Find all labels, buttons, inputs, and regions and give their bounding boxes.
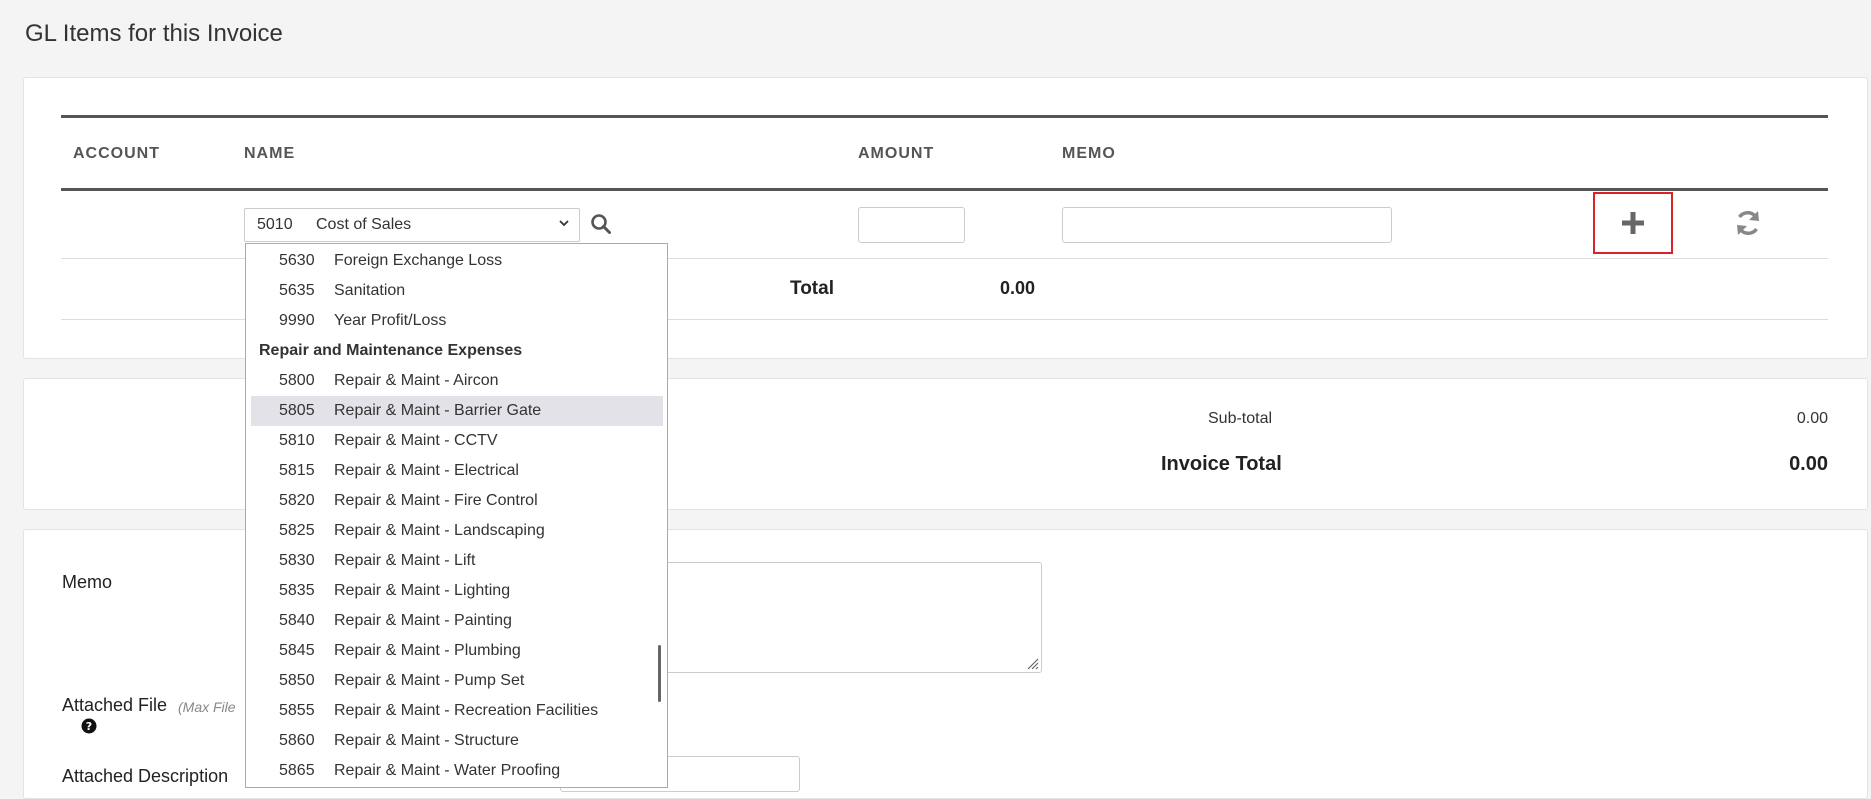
option-name: Repair & Maint - Landscaping <box>334 522 545 539</box>
chevron-down-icon <box>559 220 569 227</box>
option-name: Repair & Maint - Plumbing <box>334 642 521 659</box>
dropdown-option[interactable]: 5860 Repair & Maint - Structure <box>251 726 663 756</box>
option-code: 5800 <box>279 372 315 389</box>
dropdown-option[interactable]: 5820 Repair & Maint - Fire Control <box>251 486 663 516</box>
dropdown-option[interactable]: 5865 Repair & Maint - Water Proofing <box>251 756 663 786</box>
option-name: Repair & Maint - CCTV <box>334 432 498 449</box>
option-code: 5845 <box>279 642 315 659</box>
svg-text:?: ? <box>86 720 92 733</box>
plus-icon <box>1622 212 1644 234</box>
option-name: Repair & Maint - Recreation Facilities <box>334 702 599 719</box>
name-column-header: NAME <box>244 145 296 162</box>
dropdown-option[interactable]: 5815 Repair & Maint - Electrical <box>251 456 663 486</box>
selected-account-code: 5010 <box>257 216 293 233</box>
option-code: 9990 <box>279 312 315 329</box>
invoice-total-label: Invoice Total <box>1161 453 1282 475</box>
option-code: 5810 <box>279 432 315 449</box>
reset-line-button[interactable] <box>1730 205 1766 241</box>
option-name: Repair & Maint - Electrical <box>334 462 519 479</box>
line-memo-input[interactable] <box>1062 207 1392 243</box>
page-title: GL Items for this Invoice <box>25 20 283 47</box>
dropdown-option[interactable]: 5850 Repair & Maint - Pump Set <box>251 666 663 696</box>
selected-account-name: Cost of Sales <box>316 216 412 233</box>
option-name: Repair & Maint - Aircon <box>334 372 499 389</box>
option-name: Repair & Maint - Painting <box>334 612 512 629</box>
invoice-total-value: 0.00 <box>1789 453 1828 475</box>
dropdown-scrollbar[interactable] <box>658 645 661 702</box>
attached-file-label: Attached File <box>62 695 168 715</box>
attached-description-label: Attached Description <box>62 766 229 786</box>
option-name: Repair & Maint - Water Proofing <box>334 762 561 779</box>
memo-label: Memo <box>62 572 113 592</box>
refresh-icon <box>1737 210 1759 236</box>
option-name: Repair & Maint - Lift <box>334 552 476 569</box>
option-code: 5850 <box>279 672 315 689</box>
total-value: 0.00 <box>1000 278 1036 298</box>
option-name: Repair & Maint - Fire Control <box>334 492 538 509</box>
amount-input[interactable] <box>858 207 965 243</box>
search-icon[interactable] <box>590 213 612 235</box>
option-code: 5860 <box>279 732 315 749</box>
dropdown-option[interactable]: 9990 Year Profit/Loss <box>251 306 663 336</box>
resize-handle-icon[interactable] <box>1025 656 1039 670</box>
dropdown-option[interactable]: 5825 Repair & Maint - Landscaping <box>251 516 663 546</box>
option-code: 5805 <box>279 402 315 419</box>
dropdown-option[interactable]: 5630 Foreign Exchange Loss <box>251 246 663 276</box>
subtotal-label: Sub-total <box>1208 410 1273 427</box>
option-code: 5855 <box>279 702 315 719</box>
dropdown-option[interactable]: 5835 Repair & Maint - Lighting <box>251 576 663 606</box>
option-code: 5830 <box>279 552 315 569</box>
dropdown-option[interactable]: 5800 Repair & Maint - Aircon <box>251 366 663 396</box>
dropdown-option[interactable]: 5830 Repair & Maint - Lift <box>251 546 663 576</box>
option-code: 5835 <box>279 582 315 599</box>
option-code: 5825 <box>279 522 315 539</box>
table-top-border <box>61 115 1828 118</box>
option-name: Repair & Maint - Barrier Gate <box>334 402 542 419</box>
dropdown-option[interactable]: 5855 Repair & Maint - Recreation Facilit… <box>251 696 663 726</box>
option-code: 5820 <box>279 492 315 509</box>
option-name: Repair & Maint - Structure <box>334 732 519 749</box>
option-name: Repair & Maint - Lighting <box>334 582 511 599</box>
dropdown-option[interactable]: 5810 Repair & Maint - CCTV <box>251 426 663 456</box>
option-name: Foreign Exchange Loss <box>334 252 503 269</box>
memo-column-header: MEMO <box>1062 145 1116 162</box>
dropdown-option[interactable]: 5840 Repair & Maint - Painting <box>251 606 663 636</box>
option-code: 5815 <box>279 462 315 479</box>
table-header-border <box>61 188 1828 191</box>
account-name-select[interactable]: 5010 Cost of Sales <box>244 208 580 242</box>
dropdown-option[interactable]: 5845 Repair & Maint - Plumbing <box>251 636 663 666</box>
add-line-button[interactable] <box>1593 192 1673 254</box>
option-code: 5865 <box>279 762 315 779</box>
attached-file-note: (Max File <box>178 699 236 715</box>
dropdown-option[interactable]: 5635 Sanitation <box>251 276 663 306</box>
option-code: 5630 <box>279 252 315 269</box>
total-label: Total <box>790 278 834 299</box>
option-name: Year Profit/Loss <box>334 312 447 329</box>
question-circle-icon[interactable]: ? <box>81 718 97 734</box>
subtotal-value: 0.00 <box>1796 410 1828 427</box>
account-dropdown-list[interactable]: 5630 Foreign Exchange Loss 5635 Sanitati… <box>245 243 668 788</box>
account-column-header: ACCOUNT <box>73 145 160 162</box>
dropdown-option-highlighted[interactable]: 5805 Repair & Maint - Barrier Gate <box>251 396 663 426</box>
option-code: 5635 <box>279 282 315 299</box>
option-code: 5840 <box>279 612 315 629</box>
option-name: Repair & Maint - Pump Set <box>334 672 525 689</box>
dropdown-group-header: Repair and Maintenance Expenses <box>259 342 523 359</box>
option-name: Sanitation <box>334 282 406 299</box>
amount-column-header: AMOUNT <box>858 145 935 162</box>
